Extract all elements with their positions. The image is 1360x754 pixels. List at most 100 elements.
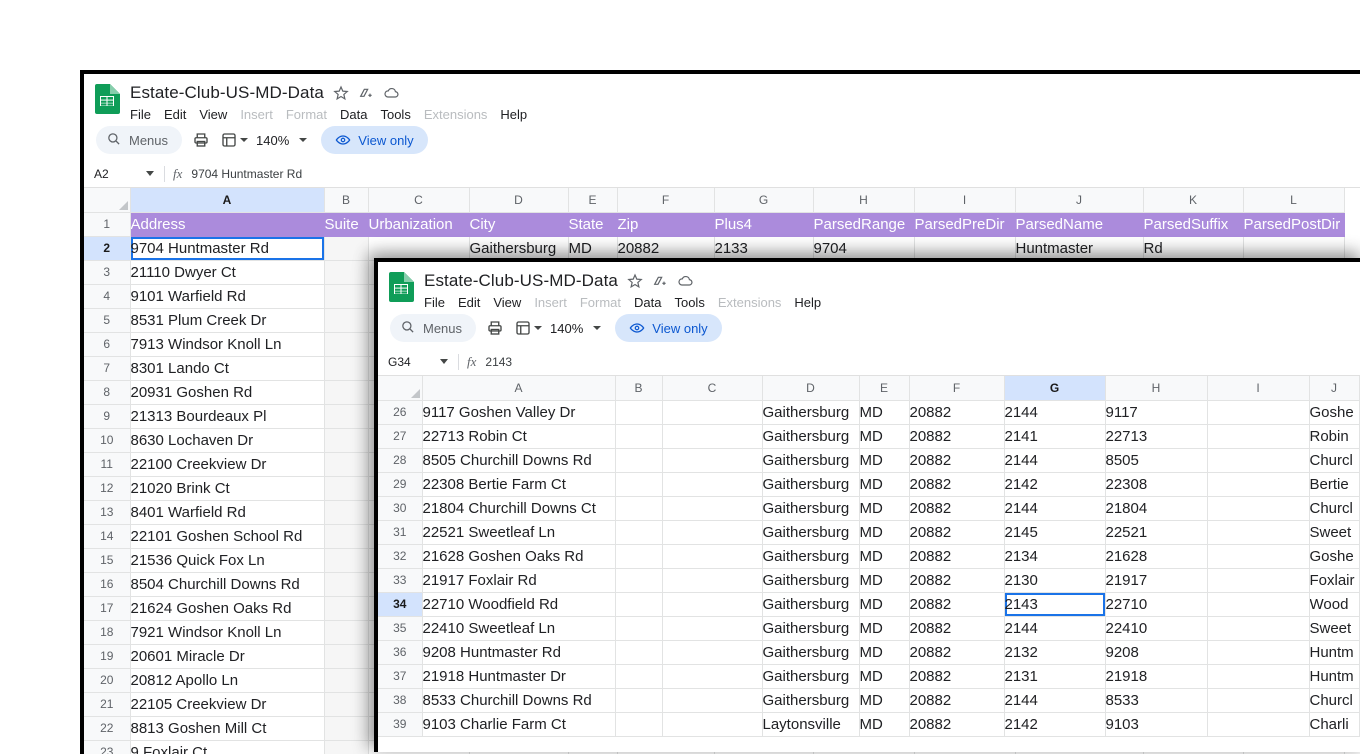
cell-C38[interactable] [662, 688, 763, 713]
table-row[interactable]: 29 22308 Bertie Farm Ct Gaithersburg MD 2088… [378, 472, 1360, 497]
cell-G30[interactable]: 2144 [1004, 496, 1106, 521]
star-icon[interactable] [333, 85, 349, 101]
cell-D35[interactable]: Gaithersburg [762, 616, 860, 641]
cell-G28[interactable]: 2144 [1004, 448, 1106, 473]
cell-A21[interactable]: 22105 Creekview Dr [130, 692, 325, 717]
star-icon[interactable] [627, 273, 643, 289]
cell-J37[interactable]: Huntm [1309, 664, 1360, 689]
cell-J38[interactable]: Churcl [1309, 688, 1360, 713]
cell-C33[interactable] [662, 568, 763, 593]
cell-A13[interactable]: 8401 Warfield Rd [130, 500, 325, 525]
column-header-e[interactable]: E [568, 188, 618, 213]
cell-B4[interactable] [324, 284, 369, 309]
select-all-corner[interactable] [84, 188, 131, 213]
cell-F35[interactable]: 20882 [909, 616, 1005, 641]
cell-F33[interactable]: 20882 [909, 568, 1005, 593]
cell-C39[interactable] [662, 712, 763, 737]
cell-A9[interactable]: 21313 Bourdeaux Pl [130, 404, 325, 429]
cell-H39[interactable]: 9103 [1105, 712, 1208, 737]
cell-I2[interactable] [914, 236, 1016, 261]
cell-H31[interactable]: 22521 [1105, 520, 1208, 545]
cell-A39[interactable]: 9103 Charlie Farm Ct [422, 712, 616, 737]
cell-E32[interactable]: MD [859, 544, 910, 569]
cell-B13[interactable] [324, 500, 369, 525]
cell-F30[interactable]: 20882 [909, 496, 1005, 521]
zoom-percent-icon[interactable] [514, 314, 543, 342]
row-header-35[interactable]: 35 [378, 616, 423, 641]
row-header-9[interactable]: 9 [84, 404, 131, 429]
cell-J31[interactable]: Sweet [1309, 520, 1360, 545]
cell-D37[interactable]: Gaithersburg [762, 664, 860, 689]
cell-B16[interactable] [324, 572, 369, 597]
cell-J32[interactable]: Goshe [1309, 544, 1360, 569]
cell-A15[interactable]: 21536 Quick Fox Ln [130, 548, 325, 573]
cell-A30[interactable]: 21804 Churchill Downs Ct [422, 496, 616, 521]
table-row[interactable]: 28 8505 Churchill Downs Rd Gaithersburg MD 2… [378, 448, 1360, 473]
cell-A19[interactable]: 20601 Miracle Dr [130, 644, 325, 669]
cell-E2[interactable]: MD [568, 236, 618, 261]
table-row[interactable]: 39 9103 Charlie Farm Ct Laytonsville MD 2088… [378, 712, 1360, 737]
formula-input-value[interactable]: 9704 Huntmaster Rd [191, 167, 302, 181]
row-header-38[interactable]: 38 [378, 688, 423, 713]
column-header-b[interactable]: B [615, 376, 663, 401]
cell-H37[interactable]: 21918 [1105, 664, 1208, 689]
cell-E28[interactable]: MD [859, 448, 910, 473]
cell-C37[interactable] [662, 664, 763, 689]
spreadsheet-window-front[interactable]: Estate-Club-US-MD-Data File Edit View In… [374, 258, 1360, 752]
cell-B12[interactable] [324, 476, 369, 501]
cell-H35[interactable]: 22410 [1105, 616, 1208, 641]
cell-A36[interactable]: 9208 Huntmaster Rd [422, 640, 616, 665]
cell-G29[interactable]: 2142 [1004, 472, 1106, 497]
zoom-chevron-down-icon[interactable] [299, 138, 308, 142]
cell-A27[interactable]: 22713 Robin Ct [422, 424, 616, 449]
cell-H32[interactable]: 21628 [1105, 544, 1208, 569]
cell-A26[interactable]: 9117 Goshen Valley Dr [422, 400, 616, 425]
row-header-31[interactable]: 31 [378, 520, 423, 545]
row-header-36[interactable]: 36 [378, 640, 423, 665]
row-header-30[interactable]: 30 [378, 496, 423, 521]
row-header-29[interactable]: 29 [378, 472, 423, 497]
table-row[interactable]: 34 22710 Woodfield Rd Gaithersburg MD 20882 2… [378, 592, 1360, 617]
cell-F1[interactable]: Zip [617, 212, 715, 237]
zoom-level-label[interactable]: 140% [548, 321, 585, 336]
cell-A1[interactable]: Address [130, 212, 325, 237]
menu-extensions[interactable]: Extensions [424, 106, 488, 124]
cell-D33[interactable]: Gaithersburg [762, 568, 860, 593]
cell-G37[interactable]: 2131 [1004, 664, 1106, 689]
row-header-21[interactable]: 21 [84, 692, 131, 717]
cell-B32[interactable] [615, 544, 663, 569]
cell-H34[interactable]: 22710 [1105, 592, 1208, 617]
select-all-corner[interactable] [378, 376, 423, 401]
cell-I26[interactable] [1207, 400, 1310, 425]
cell-G27[interactable]: 2141 [1004, 424, 1106, 449]
row-header-37[interactable]: 37 [378, 664, 423, 689]
cell-E37[interactable]: MD [859, 664, 910, 689]
cell-C28[interactable] [662, 448, 763, 473]
row-header-8[interactable]: 8 [84, 380, 131, 405]
print-icon[interactable] [482, 314, 508, 342]
cell-J26[interactable]: Goshe [1309, 400, 1360, 425]
table-row[interactable]: 2 9704 Huntmaster Rd Gaithersburg MD 20882 21… [84, 236, 1345, 261]
cell-L2[interactable] [1243, 236, 1345, 261]
cell-A18[interactable]: 7921 Windsor Knoll Ln [130, 620, 325, 645]
cell-C32[interactable] [662, 544, 763, 569]
cell-I29[interactable] [1207, 472, 1310, 497]
cell-F28[interactable]: 20882 [909, 448, 1005, 473]
column-header-b[interactable]: B [324, 188, 369, 213]
cell-B8[interactable] [324, 380, 369, 405]
back-toolbar[interactable]: Menus 140% View only [84, 120, 1360, 160]
column-header-g[interactable]: G [1004, 376, 1106, 401]
cell-E36[interactable]: MD [859, 640, 910, 665]
cell-B15[interactable] [324, 548, 369, 573]
column-header-d[interactable]: D [469, 188, 569, 213]
chevron-down-icon[interactable] [240, 138, 249, 142]
zoom-level-label[interactable]: 140% [254, 133, 291, 148]
back-menubar[interactable]: File Edit View Insert Format Data Tools … [130, 106, 527, 124]
menu-edit[interactable]: Edit [164, 106, 186, 124]
column-header-c[interactable]: C [662, 376, 763, 401]
cell-C36[interactable] [662, 640, 763, 665]
cell-A5[interactable]: 8531 Plum Creek Dr [130, 308, 325, 333]
cloud-saved-icon[interactable] [677, 273, 694, 289]
menu-file[interactable]: File [130, 106, 151, 124]
table-row[interactable]: 27 22713 Robin Ct Gaithersburg MD 20882 2141 2… [378, 424, 1360, 449]
